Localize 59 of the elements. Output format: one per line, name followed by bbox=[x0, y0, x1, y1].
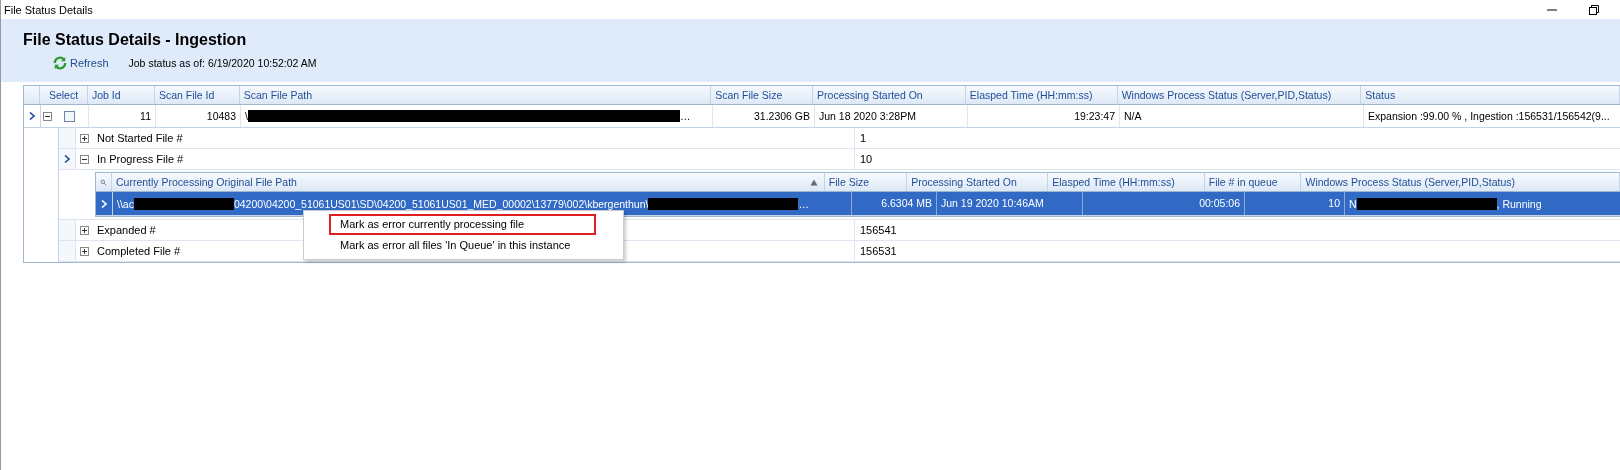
table-cell: 10 bbox=[1245, 192, 1345, 215]
column-header[interactable]: Select bbox=[40, 86, 88, 104]
search-icon[interactable] bbox=[100, 177, 107, 187]
column-header[interactable]: Elasped Time (HH:mm:ss) bbox=[1048, 173, 1205, 191]
table-cell: Jun 19 2020 10:46AM bbox=[937, 192, 1083, 215]
column-header[interactable]: Processing Started On bbox=[907, 173, 1049, 191]
menu-item[interactable]: Mark as error currently processing file bbox=[329, 214, 596, 235]
row-label: Completed File # bbox=[97, 245, 181, 257]
table-cell: 00:05:06 bbox=[1083, 192, 1245, 215]
restore-icon[interactable] bbox=[1588, 3, 1600, 16]
job-status-text: Job status as of: 6/19/2020 10:52:02 AM bbox=[128, 57, 317, 69]
column-header[interactable]: Job Id bbox=[87, 86, 155, 104]
column-header[interactable]: File Size bbox=[824, 173, 908, 191]
checkbox[interactable] bbox=[64, 110, 75, 122]
column-header[interactable]: Scan File Id bbox=[154, 86, 240, 104]
table-cell-text: … bbox=[798, 196, 809, 212]
table-cell-text: \\ac bbox=[117, 196, 134, 212]
table-cell-text: , Running bbox=[1496, 196, 1542, 212]
column-header[interactable]: Currently Processing Original File Path bbox=[112, 173, 825, 191]
column-header[interactable]: Windows Process Status (Server,PID,Status) bbox=[1117, 86, 1362, 104]
table-cell-text: 04200\04200_51061US01\SD\04200_51061US01_MED_00002\13779\002\kbergenthun\ bbox=[233, 196, 649, 212]
column-header[interactable]: Windows Process Status (Server,PID,Status) bbox=[1301, 173, 1620, 191]
expand-toggle[interactable] bbox=[80, 225, 89, 235]
table-cell: N/A bbox=[1120, 105, 1364, 127]
table-cell-text: 156531 bbox=[859, 245, 897, 257]
row-indicator-icon bbox=[29, 112, 35, 120]
row-indicator-icon bbox=[101, 199, 107, 208]
expand-toggle[interactable] bbox=[80, 246, 89, 256]
table-cell: Expansion :99.00 % , Ingestion :156531/156542(9... bbox=[1364, 105, 1620, 127]
row-label: In Progress File # bbox=[97, 153, 184, 165]
page-title: File Status Details - Ingestion bbox=[23, 30, 248, 50]
table-cell-text: … bbox=[679, 109, 691, 124]
collapse-toggle[interactable] bbox=[80, 154, 89, 164]
menu-item[interactable]: Mark as error all files 'In Queue' in this instance bbox=[329, 235, 582, 256]
table-cell: 11 bbox=[89, 105, 156, 127]
table-cell: 6.6304 MB bbox=[852, 192, 937, 215]
table-cell-text: 156541 bbox=[859, 224, 897, 236]
table-cell: 31.2306 GB bbox=[713, 105, 815, 127]
table-cell-text: N bbox=[1349, 196, 1357, 212]
refresh-button[interactable]: Refresh bbox=[53, 56, 109, 70]
table-cell-text: 10 bbox=[859, 153, 873, 165]
column-header[interactable]: Scan File Size bbox=[711, 86, 814, 104]
window-title: File Status Details bbox=[3, 3, 93, 16]
table-cell-text: \ bbox=[245, 109, 248, 124]
table-cell: 10483 bbox=[156, 105, 241, 127]
table-cell: 19:23:47 bbox=[968, 105, 1120, 127]
expand-toggle[interactable] bbox=[80, 133, 89, 143]
column-header[interactable]: File # in queue bbox=[1204, 173, 1302, 191]
refresh-icon bbox=[53, 56, 67, 70]
collapse-toggle[interactable] bbox=[43, 111, 52, 121]
column-header[interactable]: Status bbox=[1361, 86, 1620, 104]
table-cell: Jun 18 2020 3:28PM bbox=[815, 105, 968, 127]
column-header[interactable]: Scan File Path bbox=[239, 86, 712, 104]
column-header[interactable]: Processing Started On bbox=[813, 86, 966, 104]
row-label: Expanded # bbox=[97, 224, 156, 236]
row-label: Not Started File # bbox=[97, 132, 183, 144]
column-header[interactable]: Elasped Time (HH:mm:ss) bbox=[965, 86, 1118, 104]
sort-ascending-icon bbox=[809, 179, 818, 186]
table-cell-text: 1 bbox=[859, 132, 867, 144]
